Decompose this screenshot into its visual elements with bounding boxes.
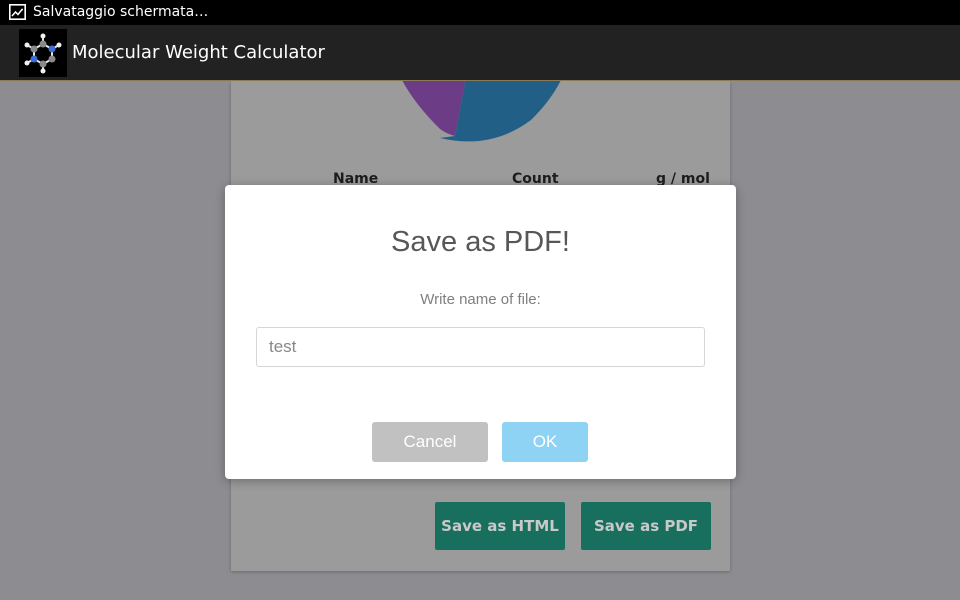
status-bar: Salvataggio schermata… — [0, 0, 960, 25]
image-icon — [9, 4, 26, 20]
filename-input[interactable] — [256, 327, 705, 367]
app-bar: Molecular Weight Calculator — [0, 25, 960, 81]
dialog-title: Save as PDF! — [391, 226, 570, 258]
ok-button[interactable]: OK — [502, 422, 588, 462]
cancel-button[interactable]: Cancel — [372, 422, 488, 462]
app-title: Molecular Weight Calculator — [72, 42, 325, 63]
status-notification-text: Salvataggio schermata… — [33, 4, 209, 20]
save-pdf-dialog: Save as PDF! Write name of file: Cancel … — [225, 185, 736, 479]
save-as-pdf-button[interactable]: Save as PDF — [581, 502, 711, 550]
composition-pie-chart — [402, 81, 561, 142]
dialog-subtitle: Write name of file: — [420, 291, 541, 308]
molecule-icon — [19, 29, 67, 77]
save-as-html-button[interactable]: Save as HTML — [435, 502, 565, 550]
